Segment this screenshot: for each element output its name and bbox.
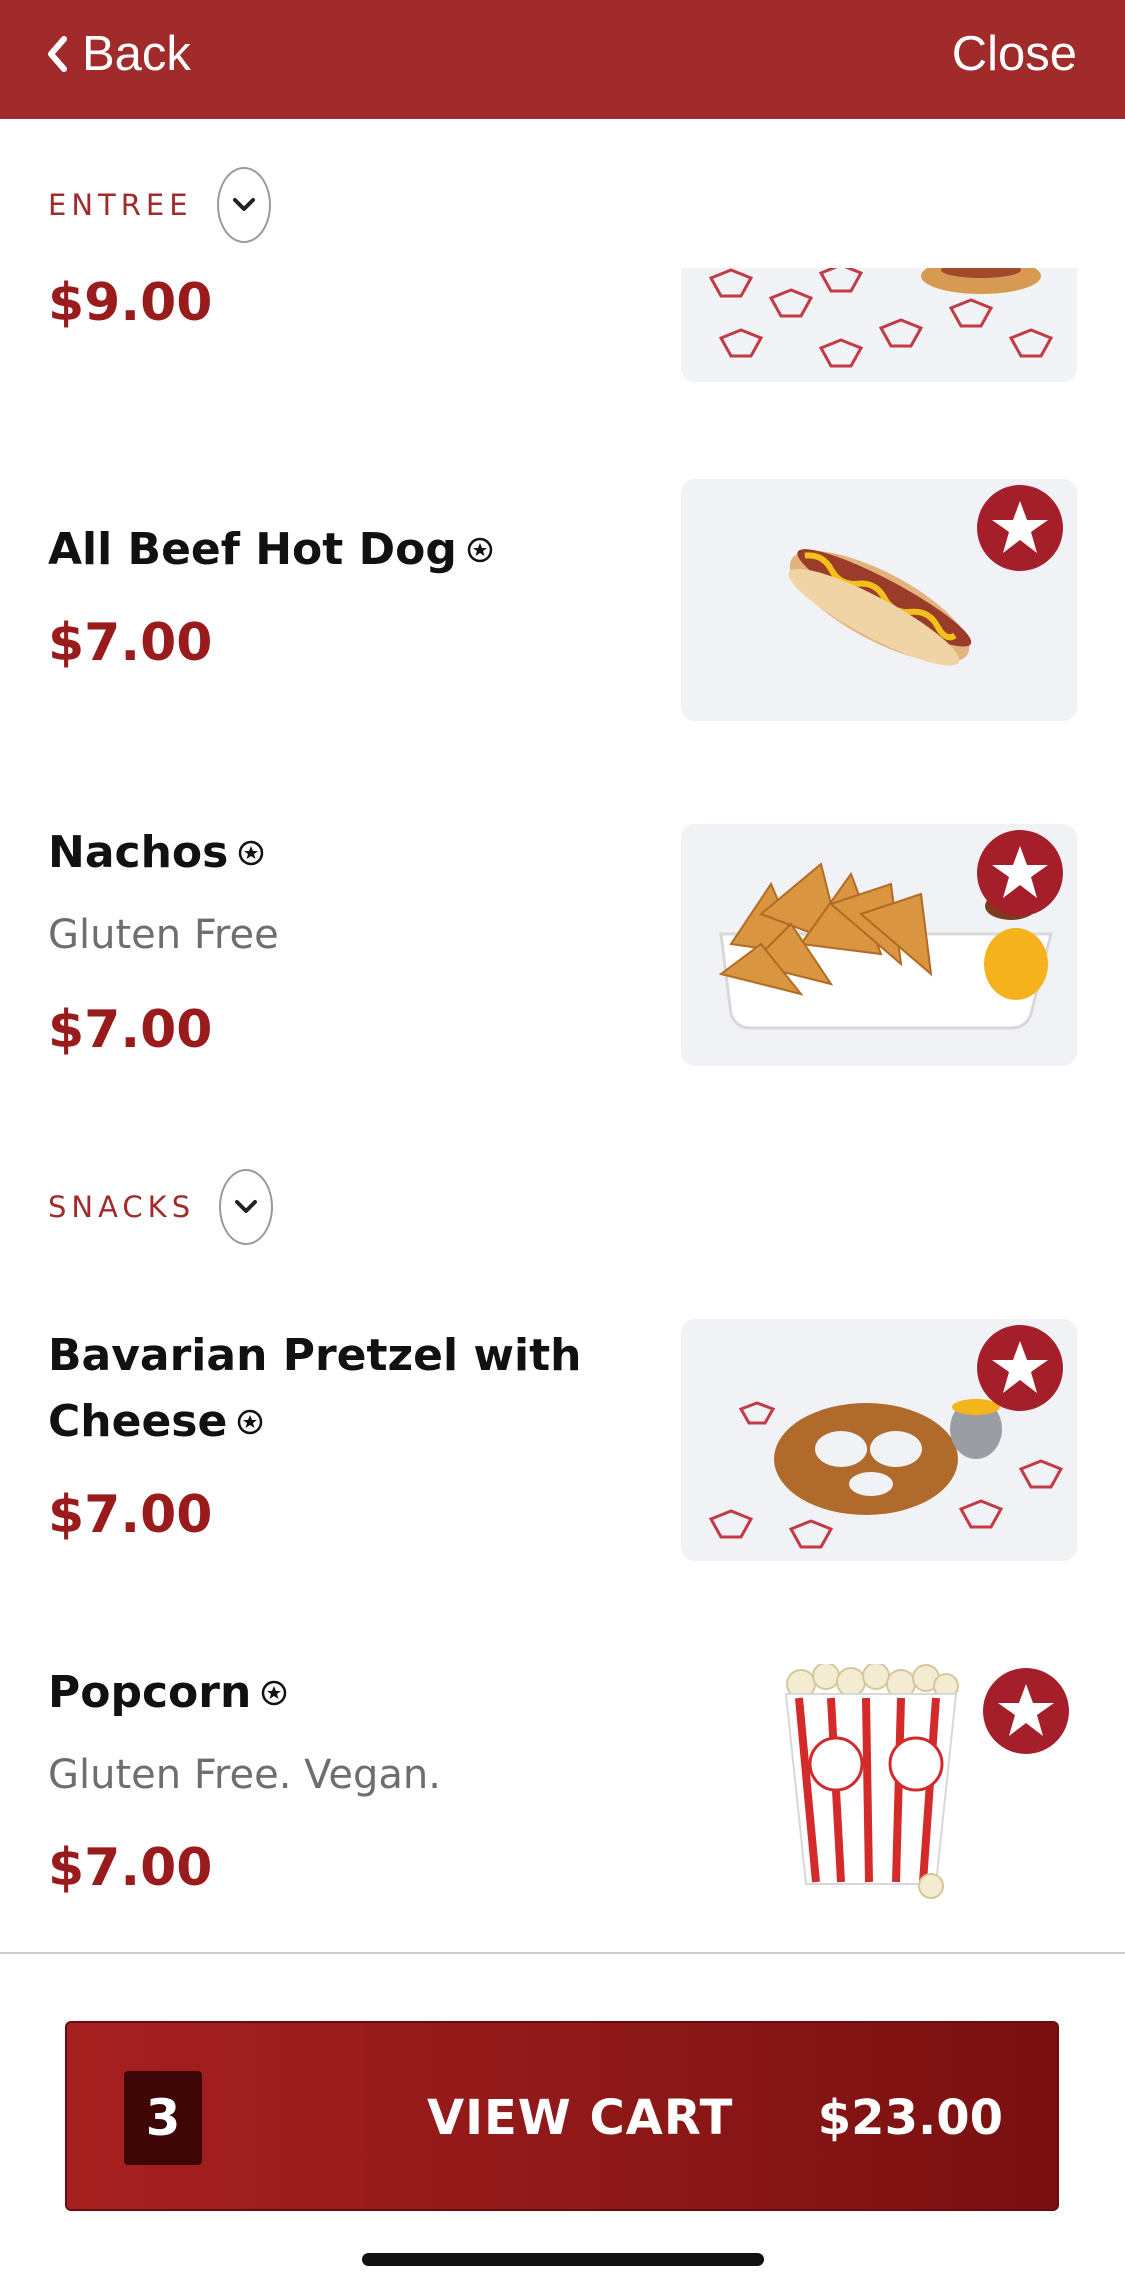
item-price: $7.00	[48, 1000, 213, 1060]
section-header-entree: ENTREE	[48, 167, 271, 243]
cart-total: $23.00	[817, 2090, 1003, 2146]
collapse-entree-button[interactable]	[216, 167, 271, 243]
section-title: ENTREE	[48, 188, 193, 222]
item-price: $7.00	[48, 1485, 213, 1545]
star-badge-icon	[992, 1341, 1048, 1393]
star-badge-icon	[998, 1684, 1054, 1736]
item-photo	[681, 479, 1077, 721]
item-photo	[681, 1319, 1077, 1561]
section-header-snacks: SNACKS	[48, 1169, 274, 1245]
item-name-text: All Beef Hot Dog	[48, 524, 457, 575]
nav-bar: Back Close	[0, 0, 1125, 119]
item-price: $9.00	[48, 273, 213, 333]
featured-badge	[977, 485, 1063, 571]
item-description: Gluten Free. Vegan.	[48, 1752, 441, 1798]
chevron-left-icon	[48, 36, 67, 72]
item-name-text: Popcorn	[48, 1667, 252, 1718]
item-name-text: Nachos	[48, 827, 229, 878]
item-description: Gluten Free	[48, 912, 279, 958]
home-indicator[interactable]	[362, 2253, 764, 2266]
small-star-icon	[238, 819, 264, 885]
view-cart-button[interactable]: 3 VIEW CART $23.00	[65, 2021, 1059, 2211]
featured-badge	[977, 1325, 1063, 1411]
item-price: $7.00	[48, 1838, 213, 1898]
view-cart-label: VIEW CART	[427, 2090, 734, 2146]
item-name: Popcorn	[48, 1660, 608, 1726]
small-star-icon	[467, 516, 493, 582]
item-name: Nachos	[48, 820, 608, 886]
close-button[interactable]: Close	[952, 22, 1077, 86]
close-label: Close	[951, 27, 1077, 81]
small-star-icon	[261, 1659, 287, 1725]
item-photo	[681, 1664, 1077, 1906]
item-name: Bavarian Pretzel with Cheese	[48, 1323, 588, 1455]
section-title: SNACKS	[48, 1190, 196, 1224]
star-badge-icon	[992, 846, 1048, 898]
back-button[interactable]: Back	[46, 22, 191, 86]
small-star-icon	[237, 1388, 263, 1454]
collapse-snacks-button[interactable]	[219, 1169, 274, 1245]
item-name: All Beef Hot Dog	[48, 517, 608, 583]
chevron-down-icon	[232, 198, 255, 211]
item-price: $7.00	[48, 613, 213, 673]
item-photo	[681, 824, 1077, 1066]
chevron-down-icon	[235, 1200, 258, 1213]
featured-badge	[983, 1668, 1069, 1754]
back-label: Back	[82, 27, 191, 81]
featured-badge	[977, 830, 1063, 916]
star-badge-icon	[992, 501, 1048, 553]
item-name-text: Bavarian Pretzel with Cheese	[48, 1330, 582, 1447]
cart-count-badge: 3	[124, 2071, 202, 2165]
divider	[0, 1952, 1125, 1954]
item-photo	[681, 268, 1077, 382]
